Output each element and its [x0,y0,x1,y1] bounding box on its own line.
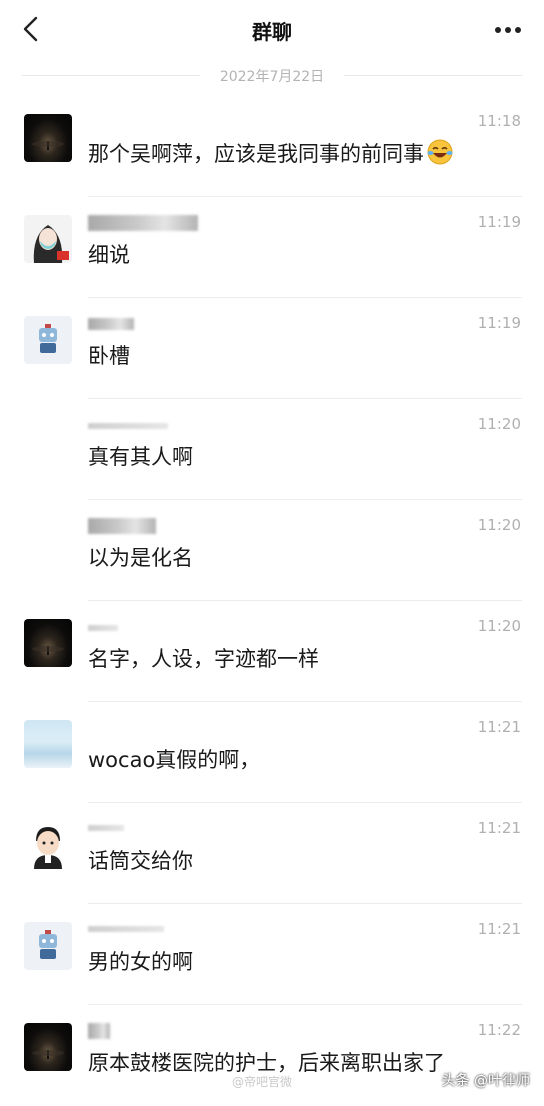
message-row[interactable]: 11:20 真有其人啊 [0,399,544,500]
message-row[interactable]: 11:20 名字，人设，字迹都一样 [0,601,544,702]
message-time: 11:21 [477,920,521,938]
message-row[interactable]: 11:20 以为是化名 [0,500,544,601]
date-separator: 2022年7月22日 [0,66,544,86]
sender-name-redacted [88,215,198,231]
message-time: 11:22 [477,1021,521,1039]
message-row[interactable]: 11:21 wocao真假的啊， [0,702,544,803]
message-row[interactable]: 11:21 话筒交给你 [0,803,544,904]
message-time: 11:19 [477,314,521,332]
dark-landscape-avatar[interactable] [24,1023,72,1071]
message-row[interactable]: 11:21 男的女的啊 [0,904,544,1005]
message-text: 男的女的啊 [88,950,193,974]
sender-name-redacted [88,625,118,631]
message-time: 11:20 [477,415,521,433]
sender-name-redacted [88,518,156,534]
message-row[interactable]: 11:22 原本鼓楼医院的护士，后来离职出家了 [0,1005,544,1106]
sender-name-redacted [88,926,164,932]
chat-header: 群聊 [0,0,544,60]
chat-title: 群聊 [252,20,292,44]
message-time: 11:21 [477,718,521,736]
sender-name-redacted [88,423,168,429]
watermark-right: 头条 @叶律师 [441,1073,530,1089]
message-text: 名字，人设，字迹都一样 [88,647,319,671]
date-label: 2022年7月22日 [219,69,325,85]
robot-avatar[interactable] [24,922,72,970]
watermark-left: @帝吧官微 [232,1075,293,1089]
message-time: 11:20 [477,617,521,635]
message-text: 细说 [88,243,130,267]
sender-name-redacted [88,318,134,330]
ellipsis-icon[interactable] [494,26,522,34]
message-text: 真有其人啊 [88,445,193,469]
laughing-tears-emoji-icon [427,139,453,165]
sender-name-redacted [88,825,124,831]
girl-with-mask-avatar[interactable] [24,215,72,263]
robot-avatar[interactable] [24,316,72,364]
message-text: 话筒交给你 [88,849,193,873]
message-text: 那个吴啊萍，应该是我同事的前同事 [88,138,454,168]
message-text: 以为是化名 [88,546,193,570]
cartoon-boy-avatar[interactable] [24,821,72,869]
message-time: 11:20 [477,516,521,534]
message-row[interactable]: 11:18 那个吴啊萍，应该是我同事的前同事 [0,96,544,197]
message-text-content: 那个吴啊萍，应该是我同事的前同事 [88,142,424,166]
message-row[interactable]: 11:19 细说 [0,197,544,298]
sender-name-redacted [88,1023,110,1039]
water-scene-avatar[interactable] [24,720,72,768]
dark-landscape-avatar[interactable] [24,619,72,667]
message-time: 11:19 [477,213,521,231]
message-text: wocao真假的啊， [88,748,261,772]
dark-landscape-avatar[interactable] [24,114,72,162]
message-row[interactable]: 11:19 卧槽 [0,298,544,399]
message-time: 11:18 [477,112,521,130]
message-time: 11:21 [477,819,521,837]
message-text: 卧槽 [88,344,130,368]
